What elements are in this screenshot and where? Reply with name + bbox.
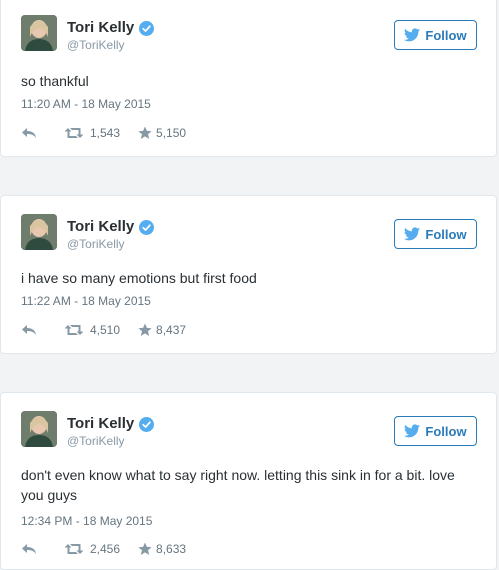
tweet-actions: 4,510 8,437 xyxy=(21,322,186,338)
reply-button[interactable] xyxy=(21,324,39,336)
retweet-count: 2,456 xyxy=(90,542,121,556)
tweet-actions: 1,543 5,150 xyxy=(21,125,186,141)
author-handle[interactable]: @ToriKelly xyxy=(67,237,125,251)
retweet-button[interactable]: 4,510 xyxy=(64,323,120,337)
verified-badge-icon xyxy=(139,416,155,432)
author-handle[interactable]: @ToriKelly xyxy=(67,38,125,52)
favorite-button[interactable]: 8,633 xyxy=(138,542,186,556)
retweet-button[interactable]: 2,456 xyxy=(64,542,120,556)
favorite-count: 8,437 xyxy=(156,323,187,337)
reply-icon xyxy=(22,128,36,138)
reply-icon xyxy=(22,325,36,335)
author-name[interactable]: Tori Kelly xyxy=(67,19,155,37)
tweet-card: Tori Kelly @ToriKelly Follow so thankful… xyxy=(0,0,497,157)
verified-badge-icon xyxy=(139,20,155,36)
reply-icon xyxy=(22,544,36,554)
twitter-bird-icon xyxy=(404,227,421,241)
favorite-star-icon xyxy=(138,542,152,555)
timestamp[interactable]: 11:22 AM - 18 May 2015 xyxy=(21,294,151,308)
favorite-button[interactable]: 8,437 xyxy=(138,323,186,337)
timestamp[interactable]: 11:20 AM - 18 May 2015 xyxy=(21,97,151,111)
twitter-bird-icon xyxy=(404,28,421,42)
favorite-button[interactable]: 5,150 xyxy=(138,126,186,140)
tweet-text: so thankful xyxy=(21,73,89,89)
favorite-star-icon xyxy=(138,126,152,139)
avatar[interactable] xyxy=(21,214,57,250)
avatar[interactable] xyxy=(21,411,57,447)
tweet-actions: 2,456 8,633 xyxy=(21,541,186,557)
tweet-card: Tori Kelly @ToriKelly Follow i have so m… xyxy=(0,195,497,354)
favorite-count: 5,150 xyxy=(156,126,187,140)
tweet-text: i have so many emotions but first food xyxy=(21,270,257,286)
follow-button[interactable]: Follow xyxy=(394,416,477,446)
timestamp[interactable]: 12:34 PM - 18 May 2015 xyxy=(21,514,152,528)
follow-button[interactable]: Follow xyxy=(394,219,477,249)
retweet-count: 4,510 xyxy=(90,323,121,337)
favorite-count: 8,633 xyxy=(156,542,187,556)
author-name[interactable]: Tori Kelly xyxy=(67,415,155,433)
verified-badge-icon xyxy=(139,219,155,235)
reply-button[interactable] xyxy=(21,543,39,555)
author-handle[interactable]: @ToriKelly xyxy=(67,434,125,448)
retweet-icon xyxy=(64,325,84,335)
retweet-icon xyxy=(64,544,84,554)
retweet-icon xyxy=(64,128,84,138)
follow-button[interactable]: Follow xyxy=(394,20,477,50)
retweet-button[interactable]: 1,543 xyxy=(64,126,120,140)
tweet-text: don't even know what to say right now. l… xyxy=(21,467,455,503)
reply-button[interactable] xyxy=(21,127,39,139)
favorite-star-icon xyxy=(138,323,152,336)
twitter-bird-icon xyxy=(404,424,421,438)
tweet-card: Tori Kelly @ToriKelly Follow don't even … xyxy=(0,392,497,570)
author-name[interactable]: Tori Kelly xyxy=(67,218,155,236)
avatar[interactable] xyxy=(21,15,57,51)
retweet-count: 1,543 xyxy=(90,126,121,140)
